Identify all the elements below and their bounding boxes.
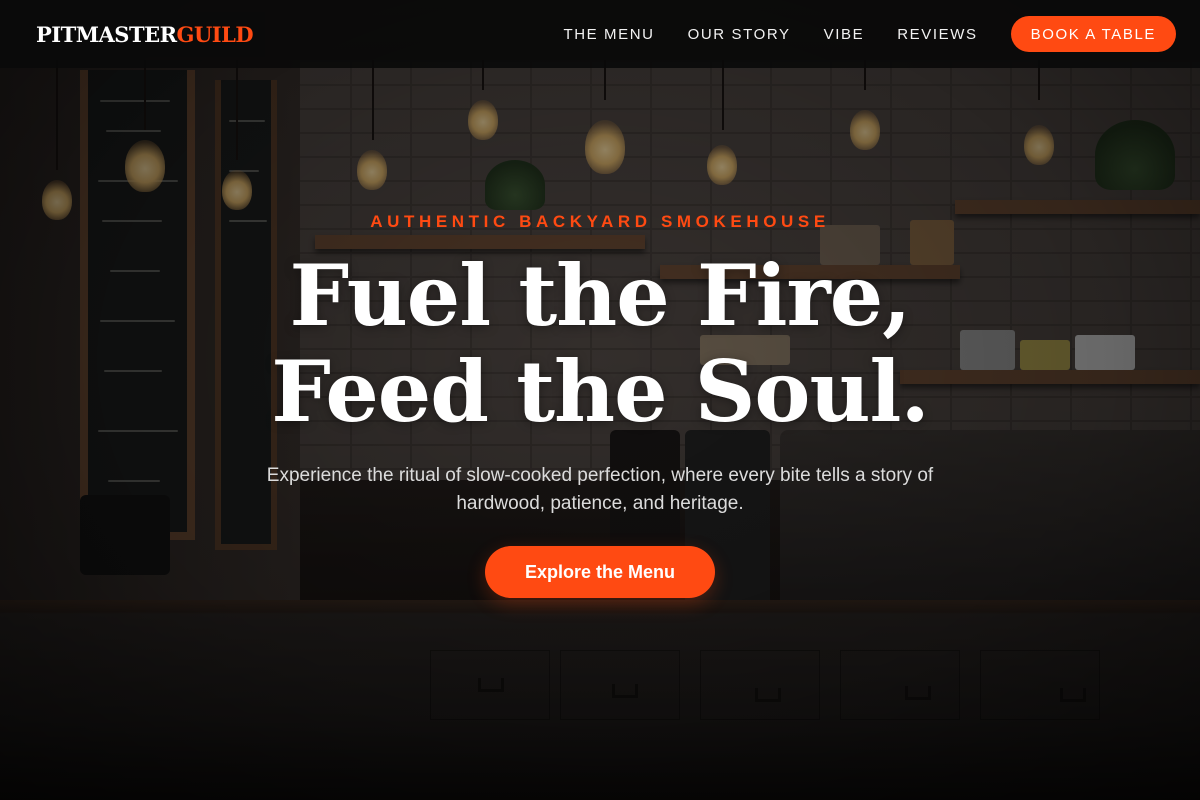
headline-line-2: Feed the Soul. bbox=[271, 342, 929, 441]
site-logo[interactable]: PITMASTERGUILD bbox=[24, 11, 266, 57]
hero-headline: Fuel the Fire, Feed the Soul. bbox=[0, 248, 1200, 440]
nav-link-menu[interactable]: THE MENU bbox=[563, 26, 654, 43]
nav-link-vibe[interactable]: VIBE bbox=[824, 26, 865, 43]
logo-accent-text: GUILD bbox=[176, 21, 254, 47]
logo-primary-text: PITMASTER bbox=[36, 21, 177, 47]
nav-link-reviews[interactable]: REVIEWS bbox=[897, 26, 977, 43]
navbar: PITMASTERGUILD THE MENU OUR STORY VIBE R… bbox=[0, 0, 1200, 68]
book-a-table-button[interactable]: BOOK A TABLE bbox=[1010, 16, 1176, 52]
hero-eyebrow: AUTHENTIC BACKYARD SMOKEHOUSE bbox=[370, 212, 830, 231]
explore-menu-button[interactable]: Explore the Menu bbox=[484, 546, 716, 598]
headline-line-1: Fuel the Fire, bbox=[289, 246, 912, 345]
hero-content: AUTHENTIC BACKYARD SMOKEHOUSE Fuel the F… bbox=[0, 200, 1200, 598]
nav-links: THE MENU OUR STORY VIBE REVIEWS BOOK A T… bbox=[563, 16, 1176, 52]
hero-subtitle: Experience the ritual of slow-cooked per… bbox=[266, 465, 934, 514]
nav-link-our-story[interactable]: OUR STORY bbox=[688, 26, 791, 43]
